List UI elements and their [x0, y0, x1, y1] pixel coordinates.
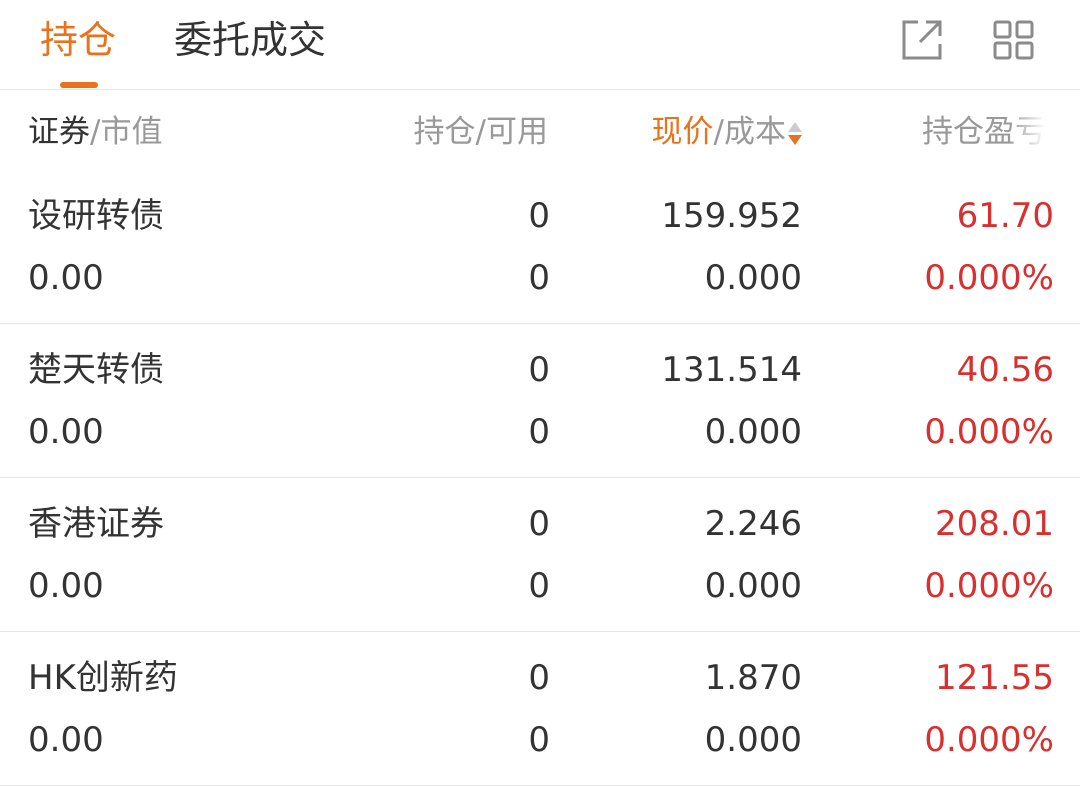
position-pl: 208.01 — [935, 504, 1054, 544]
position-pl: 40.56 — [956, 350, 1054, 390]
header-price-label: 现价 — [651, 114, 714, 150]
security-name: HK创新药 — [28, 658, 178, 698]
cost-price: 0.000 — [704, 412, 802, 452]
table-row[interactable]: 香港证券 0.00 0 0 2.246 0.000 208.01 0.000% — [0, 478, 1080, 632]
position-pl-pct: 0.000% — [924, 566, 1054, 606]
holding-qty: 0 — [528, 504, 550, 544]
available-qty: 0 — [528, 412, 550, 452]
security-name: 楚天转债 — [28, 350, 164, 390]
sort-arrows-icon[interactable] — [788, 119, 802, 149]
table-row[interactable]: HK创新药 0.00 0 0 1.870 0.000 121.55 0.000% — [0, 632, 1080, 786]
cost-price: 0.000 — [704, 566, 802, 606]
market-value: 0.00 — [28, 566, 104, 606]
header-security-market-value[interactable]: 证券/市值 — [28, 112, 162, 152]
table-row[interactable]: 设研转债 0.00 0 0 159.952 0.000 61.70 0.000% — [0, 170, 1080, 324]
position-pl: 61.70 — [956, 196, 1054, 236]
security-name: 香港证券 — [28, 504, 164, 544]
position-pl-pct: 0.000% — [924, 258, 1054, 298]
header-cost-label: /成本 — [713, 114, 786, 150]
active-tab-indicator — [60, 82, 98, 88]
market-value: 0.00 — [28, 720, 104, 760]
table-row[interactable]: 楚天转债 0.00 0 0 131.514 0.000 40.56 0.000% — [0, 324, 1080, 478]
security-name: 设研转债 — [28, 196, 164, 236]
position-pl-pct: 0.000% — [924, 412, 1054, 452]
market-value: 0.00 — [28, 258, 104, 298]
table-header: 证券/市值 持仓/可用 现价/成本 持仓盈亏 — [0, 90, 1080, 170]
grid-apps-icon[interactable] — [992, 18, 1036, 62]
header-market-value-label: /市值 — [90, 114, 163, 150]
available-qty: 0 — [528, 566, 550, 606]
positions-list: 设研转债 0.00 0 0 159.952 0.000 61.70 0.000%… — [0, 170, 1080, 786]
header-position-pl[interactable]: 持仓盈亏 — [922, 112, 1046, 152]
header-holding-available[interactable]: 持仓/可用 — [414, 112, 548, 152]
current-price: 1.870 — [704, 658, 802, 698]
position-pl: 121.55 — [935, 658, 1054, 698]
holding-qty: 0 — [528, 196, 550, 236]
holding-qty: 0 — [528, 658, 550, 698]
current-price: 159.952 — [661, 196, 802, 236]
cost-price: 0.000 — [704, 720, 802, 760]
current-price: 131.514 — [661, 350, 802, 390]
header-security-label: 证券 — [28, 114, 90, 150]
cost-price: 0.000 — [704, 258, 802, 298]
header-price-cost[interactable]: 现价/成本 — [652, 112, 802, 152]
top-bar: 持仓 委托成交 — [0, 0, 1080, 90]
available-qty: 0 — [528, 720, 550, 760]
position-pl-pct: 0.000% — [924, 720, 1054, 760]
tab-positions[interactable]: 持仓 — [40, 14, 116, 66]
current-price: 2.246 — [704, 504, 802, 544]
external-link-icon[interactable] — [900, 18, 944, 62]
market-value: 0.00 — [28, 412, 104, 452]
available-qty: 0 — [528, 258, 550, 298]
tab-orders-trades[interactable]: 委托成交 — [174, 14, 326, 66]
holding-qty: 0 — [528, 350, 550, 390]
